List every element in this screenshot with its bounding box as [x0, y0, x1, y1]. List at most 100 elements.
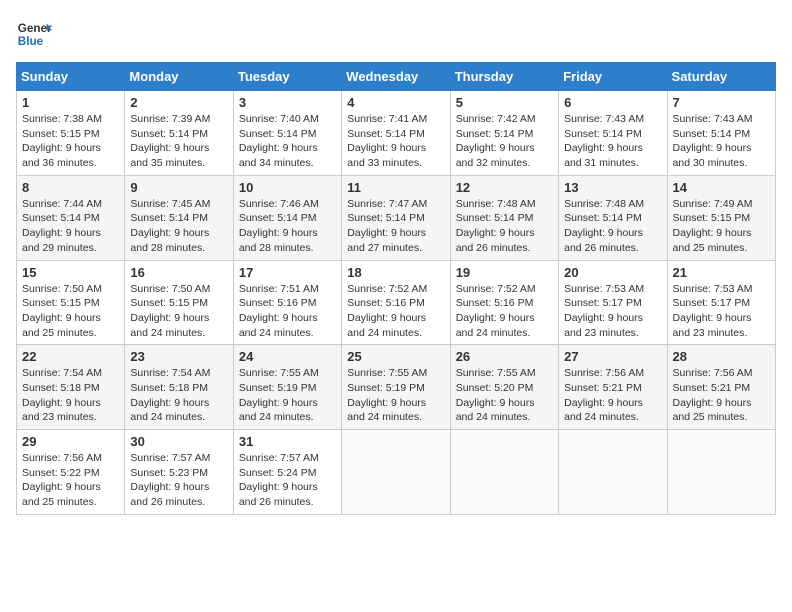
cell-sunset: Sunset: 5:14 PM — [239, 212, 317, 224]
cell-day-number: 27 — [564, 349, 661, 364]
cell-day-number: 6 — [564, 95, 661, 110]
cell-sunrise: Sunrise: 7:52 AM — [456, 283, 536, 295]
cell-daylight: Daylight: 9 hours and 27 minutes. — [347, 227, 426, 254]
cell-sunset: Sunset: 5:18 PM — [130, 382, 208, 394]
cell-sunrise: Sunrise: 7:40 AM — [239, 113, 319, 125]
cell-day-number: 1 — [22, 95, 119, 110]
cell-day-number: 23 — [130, 349, 227, 364]
cell-daylight: Daylight: 9 hours and 35 minutes. — [130, 142, 209, 169]
cell-daylight: Daylight: 9 hours and 33 minutes. — [347, 142, 426, 169]
calendar-cell — [450, 430, 558, 515]
cell-sunset: Sunset: 5:14 PM — [347, 212, 425, 224]
cell-daylight: Daylight: 9 hours and 34 minutes. — [239, 142, 318, 169]
cell-daylight: Daylight: 9 hours and 26 minutes. — [130, 481, 209, 508]
calendar-cell: 24 Sunrise: 7:55 AM Sunset: 5:19 PM Dayl… — [233, 345, 341, 430]
cell-sunrise: Sunrise: 7:39 AM — [130, 113, 210, 125]
cell-day-number: 21 — [673, 265, 770, 280]
cell-sunrise: Sunrise: 7:38 AM — [22, 113, 102, 125]
cell-daylight: Daylight: 9 hours and 26 minutes. — [239, 481, 318, 508]
cell-day-number: 29 — [22, 434, 119, 449]
calendar-cell: 16 Sunrise: 7:50 AM Sunset: 5:15 PM Dayl… — [125, 260, 233, 345]
calendar-table: SundayMondayTuesdayWednesdayThursdayFrid… — [16, 62, 776, 515]
calendar-cell: 28 Sunrise: 7:56 AM Sunset: 5:21 PM Dayl… — [667, 345, 775, 430]
cell-sunset: Sunset: 5:14 PM — [564, 128, 642, 140]
cell-day-number: 20 — [564, 265, 661, 280]
cell-sunset: Sunset: 5:15 PM — [673, 212, 751, 224]
cell-sunset: Sunset: 5:17 PM — [564, 297, 642, 309]
calendar-cell: 5 Sunrise: 7:42 AM Sunset: 5:14 PM Dayli… — [450, 91, 558, 176]
cell-day-number: 30 — [130, 434, 227, 449]
calendar-cell: 17 Sunrise: 7:51 AM Sunset: 5:16 PM Dayl… — [233, 260, 341, 345]
page-header: General Blue — [16, 16, 776, 52]
cell-sunrise: Sunrise: 7:43 AM — [564, 113, 644, 125]
cell-sunset: Sunset: 5:21 PM — [673, 382, 751, 394]
cell-sunrise: Sunrise: 7:51 AM — [239, 283, 319, 295]
cell-daylight: Daylight: 9 hours and 29 minutes. — [22, 227, 101, 254]
cell-sunrise: Sunrise: 7:53 AM — [673, 283, 753, 295]
cell-day-number: 31 — [239, 434, 336, 449]
cell-sunrise: Sunrise: 7:49 AM — [673, 198, 753, 210]
cell-sunrise: Sunrise: 7:52 AM — [347, 283, 427, 295]
calendar-cell: 30 Sunrise: 7:57 AM Sunset: 5:23 PM Dayl… — [125, 430, 233, 515]
cell-sunset: Sunset: 5:14 PM — [564, 212, 642, 224]
cell-sunset: Sunset: 5:16 PM — [347, 297, 425, 309]
cell-day-number: 19 — [456, 265, 553, 280]
cell-sunset: Sunset: 5:14 PM — [347, 128, 425, 140]
cell-sunset: Sunset: 5:15 PM — [130, 297, 208, 309]
cell-sunrise: Sunrise: 7:57 AM — [130, 452, 210, 464]
cell-sunset: Sunset: 5:14 PM — [130, 128, 208, 140]
cell-day-number: 16 — [130, 265, 227, 280]
cell-daylight: Daylight: 9 hours and 24 minutes. — [347, 397, 426, 424]
day-header-sunday: Sunday — [17, 63, 125, 91]
cell-sunrise: Sunrise: 7:44 AM — [22, 198, 102, 210]
calendar-cell: 3 Sunrise: 7:40 AM Sunset: 5:14 PM Dayli… — [233, 91, 341, 176]
cell-sunset: Sunset: 5:24 PM — [239, 467, 317, 479]
cell-day-number: 14 — [673, 180, 770, 195]
calendar-cell — [559, 430, 667, 515]
cell-day-number: 15 — [22, 265, 119, 280]
svg-text:Blue: Blue — [18, 35, 44, 48]
calendar-cell: 10 Sunrise: 7:46 AM Sunset: 5:14 PM Dayl… — [233, 175, 341, 260]
cell-day-number: 28 — [673, 349, 770, 364]
cell-daylight: Daylight: 9 hours and 23 minutes. — [22, 397, 101, 424]
cell-day-number: 25 — [347, 349, 444, 364]
cell-sunset: Sunset: 5:14 PM — [22, 212, 100, 224]
calendar-cell: 4 Sunrise: 7:41 AM Sunset: 5:14 PM Dayli… — [342, 91, 450, 176]
cell-sunrise: Sunrise: 7:48 AM — [456, 198, 536, 210]
cell-daylight: Daylight: 9 hours and 30 minutes. — [673, 142, 752, 169]
cell-daylight: Daylight: 9 hours and 28 minutes. — [130, 227, 209, 254]
cell-sunrise: Sunrise: 7:47 AM — [347, 198, 427, 210]
day-header-friday: Friday — [559, 63, 667, 91]
cell-sunrise: Sunrise: 7:57 AM — [239, 452, 319, 464]
cell-sunrise: Sunrise: 7:46 AM — [239, 198, 319, 210]
calendar-cell: 25 Sunrise: 7:55 AM Sunset: 5:19 PM Dayl… — [342, 345, 450, 430]
cell-sunset: Sunset: 5:16 PM — [456, 297, 534, 309]
cell-sunrise: Sunrise: 7:42 AM — [456, 113, 536, 125]
calendar-cell — [342, 430, 450, 515]
cell-sunset: Sunset: 5:20 PM — [456, 382, 534, 394]
calendar-cell: 8 Sunrise: 7:44 AM Sunset: 5:14 PM Dayli… — [17, 175, 125, 260]
cell-sunrise: Sunrise: 7:56 AM — [673, 367, 753, 379]
cell-day-number: 26 — [456, 349, 553, 364]
cell-daylight: Daylight: 9 hours and 23 minutes. — [564, 312, 643, 339]
cell-sunrise: Sunrise: 7:48 AM — [564, 198, 644, 210]
cell-sunset: Sunset: 5:21 PM — [564, 382, 642, 394]
cell-daylight: Daylight: 9 hours and 32 minutes. — [456, 142, 535, 169]
logo: General Blue — [16, 16, 56, 52]
cell-daylight: Daylight: 9 hours and 25 minutes. — [22, 481, 101, 508]
cell-sunset: Sunset: 5:14 PM — [456, 128, 534, 140]
cell-daylight: Daylight: 9 hours and 28 minutes. — [239, 227, 318, 254]
calendar-cell — [667, 430, 775, 515]
cell-sunrise: Sunrise: 7:43 AM — [673, 113, 753, 125]
calendar-cell: 12 Sunrise: 7:48 AM Sunset: 5:14 PM Dayl… — [450, 175, 558, 260]
cell-sunset: Sunset: 5:15 PM — [22, 297, 100, 309]
cell-sunrise: Sunrise: 7:50 AM — [130, 283, 210, 295]
cell-day-number: 3 — [239, 95, 336, 110]
cell-sunset: Sunset: 5:23 PM — [130, 467, 208, 479]
cell-day-number: 24 — [239, 349, 336, 364]
calendar-cell: 7 Sunrise: 7:43 AM Sunset: 5:14 PM Dayli… — [667, 91, 775, 176]
cell-day-number: 18 — [347, 265, 444, 280]
cell-sunset: Sunset: 5:14 PM — [239, 128, 317, 140]
cell-daylight: Daylight: 9 hours and 36 minutes. — [22, 142, 101, 169]
cell-daylight: Daylight: 9 hours and 24 minutes. — [456, 312, 535, 339]
